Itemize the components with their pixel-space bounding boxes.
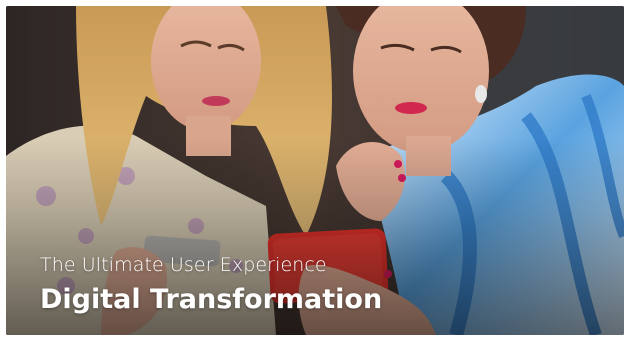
hero-subtitle: The Ultimate User Experience xyxy=(40,254,327,276)
earring xyxy=(475,85,487,103)
hero-title[interactable]: Digital Transformation xyxy=(40,283,382,317)
hero-caption: The Ultimate User Experience Digital Tra… xyxy=(40,253,382,317)
hero-card[interactable]: The Ultimate User Experience Digital Tra… xyxy=(6,6,624,335)
